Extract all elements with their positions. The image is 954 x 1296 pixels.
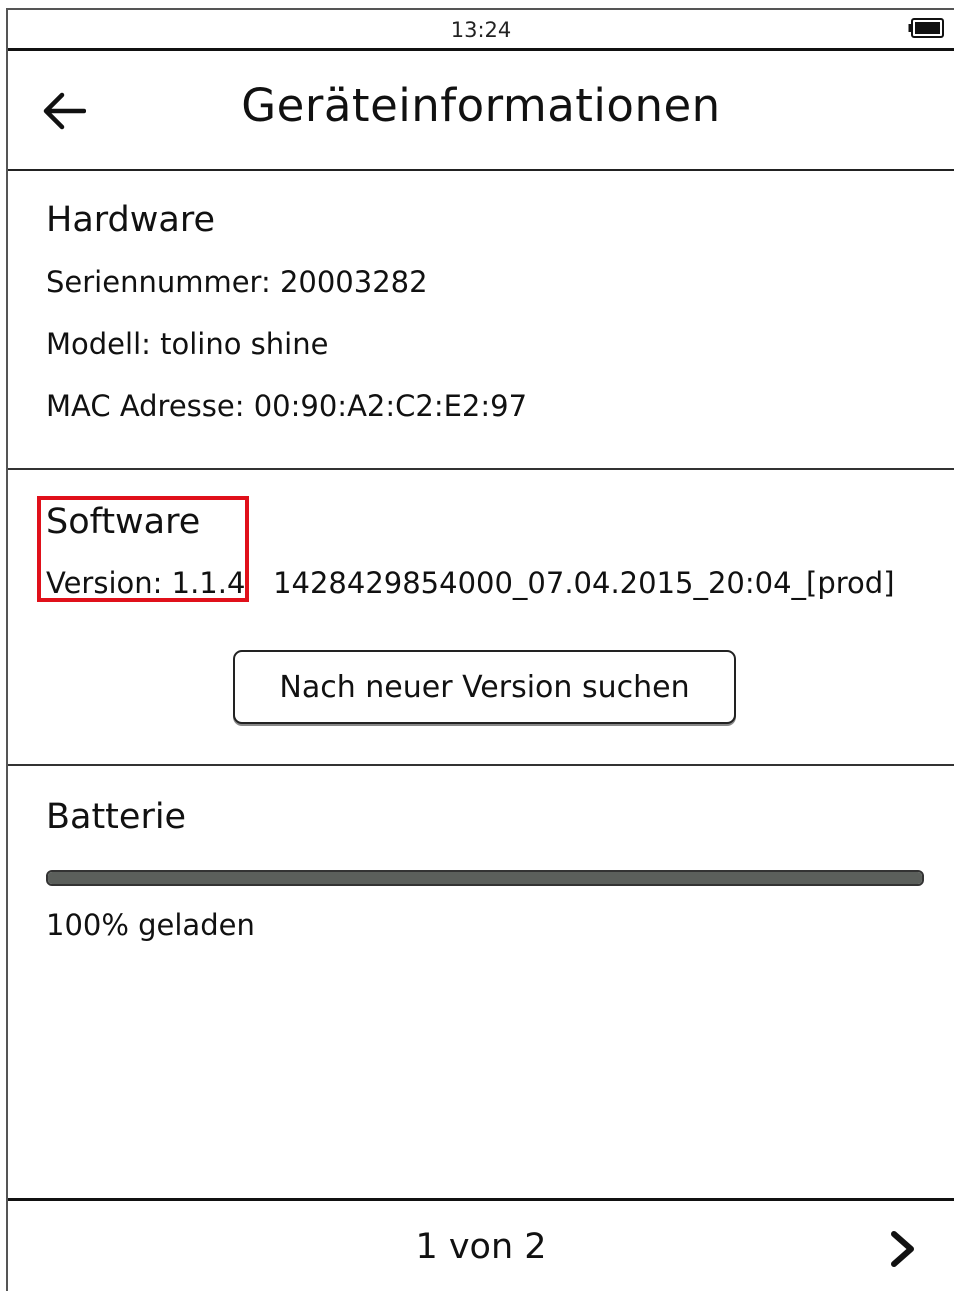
section-divider	[8, 764, 954, 766]
status-bar: 13:24	[8, 10, 954, 51]
battery-full-icon	[908, 18, 944, 38]
battery-status: 100% geladen	[46, 908, 255, 942]
hardware-heading: Hardware	[46, 200, 215, 240]
footer: 1 von 2	[8, 1198, 954, 1296]
serial-number: Seriennummer: 20003282	[46, 265, 428, 299]
highlight-box	[37, 496, 249, 602]
header: Geräteinformationen	[8, 51, 954, 171]
battery-level-bar	[46, 870, 924, 886]
device-model: Modell: tolino shine	[46, 327, 329, 361]
chevron-right-icon[interactable]	[886, 1229, 918, 1269]
device-screen: 13:24 Geräteinformationen Hardware Serie…	[6, 8, 954, 1291]
section-divider	[8, 468, 954, 470]
battery-level-fill	[48, 872, 922, 884]
page-indicator: 1 von 2	[415, 1227, 547, 1267]
check-update-button[interactable]: Nach neuer Version suchen	[233, 650, 736, 724]
mac-address: MAC Adresse: 00:90:A2:C2:E2:97	[46, 389, 528, 423]
status-time: 13:24	[450, 18, 512, 42]
page-title: Geräteinformationen	[241, 79, 721, 132]
battery-heading: Batterie	[46, 797, 187, 837]
